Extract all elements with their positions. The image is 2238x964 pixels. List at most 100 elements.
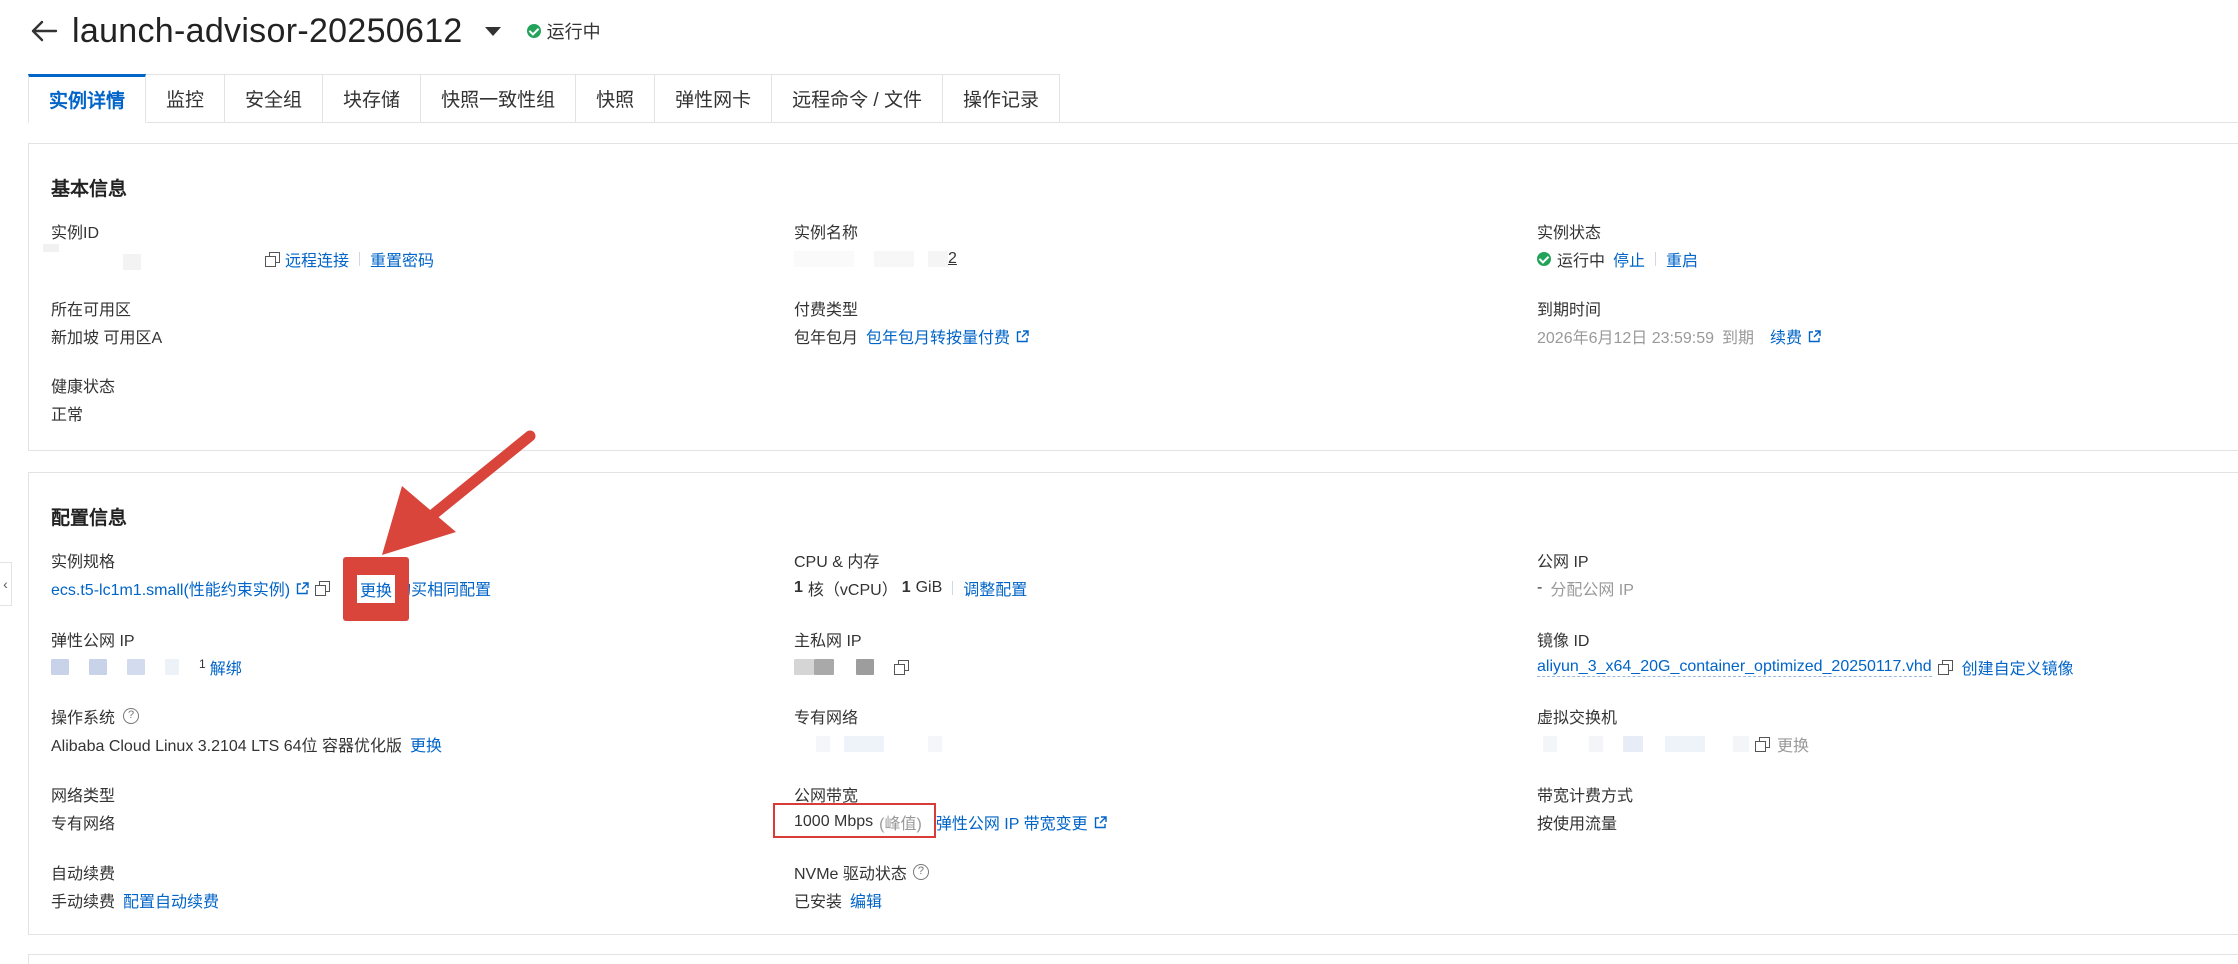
external-link-icon[interactable]	[1094, 815, 1107, 829]
copy-icon[interactable]	[265, 252, 280, 267]
tab-block-storage[interactable]: 块存储	[323, 74, 422, 123]
annotation-arrow-icon	[382, 430, 536, 555]
tab-operation-logs[interactable]: 操作记录	[942, 74, 1060, 123]
public-ip-label: 公网 IP	[1537, 554, 1589, 571]
page-header: launch-advisor-20250612 运行中	[28, 8, 601, 54]
network-type-field: 网络类型 专有网络	[51, 783, 115, 833]
redacted-block	[874, 251, 914, 267]
nvme-field: NVMe 驱动状态 ? 已安装 编辑	[794, 861, 929, 911]
auto-renew-label: 自动续费	[51, 866, 116, 883]
copy-icon[interactable]	[1937, 660, 1953, 675]
divider	[952, 581, 954, 595]
redacted-block	[816, 736, 830, 752]
health-label: 健康状态	[51, 379, 116, 396]
stop-link[interactable]: 停止	[1613, 247, 1645, 271]
redacted-block	[1543, 736, 1557, 752]
redacted-block	[165, 659, 179, 675]
redacted-block	[1665, 736, 1705, 752]
auto-renew-field: 自动续费 手动续费 配置自动续费	[51, 861, 219, 911]
remote-connect-link[interactable]: 远程连接	[285, 247, 349, 271]
sidebar-collapse-chevron-icon[interactable]: ‹	[0, 562, 12, 606]
bandwidth-change-link[interactable]: 弹性公网 IP 带宽变更	[936, 810, 1088, 834]
instance-name-label: 实例名称	[794, 225, 859, 242]
redacted-block	[1623, 736, 1643, 752]
create-custom-image-link[interactable]: 创建自定义镜像	[1962, 655, 2074, 679]
instance-spec-link[interactable]: ecs.t5-lc1m1.small(性能约束实例)	[51, 576, 290, 600]
tab-monitoring[interactable]: 监控	[146, 74, 226, 123]
private-ip-field: 主私网 IP	[794, 628, 914, 678]
tab-bar: 实例详情 监控 安全组 块存储 快照一致性组 快照 弹性网卡 远程命令 / 文件…	[28, 74, 1060, 123]
back-arrow-icon[interactable]	[28, 15, 60, 47]
next-panel-edge	[28, 954, 2238, 964]
image-id-label: 镜像 ID	[1537, 633, 1590, 650]
os-field: 操作系统 ? Alibaba Cloud Linux 3.2104 LTS 64…	[51, 705, 442, 755]
redacted-block	[794, 659, 814, 675]
vswitch-label: 虚拟交换机	[1537, 710, 1618, 727]
basic-info-title: 基本信息	[51, 179, 128, 200]
public-ip-field: 公网 IP - 分配公网 IP	[1537, 549, 1634, 599]
vpc-label: 专有网络	[794, 710, 859, 727]
restart-link[interactable]: 重启	[1666, 247, 1698, 271]
os-value: Alibaba Cloud Linux 3.2104 LTS 64位 容器优化版	[51, 738, 402, 755]
cpu-count: 1	[794, 579, 803, 596]
eip-tail: 1	[199, 657, 206, 671]
instance-status-field: 实例状态 运行中 停止 重启	[1537, 220, 1698, 270]
spec-change-button[interactable]: 更换	[357, 575, 395, 603]
reset-password-link[interactable]: 重置密码	[370, 247, 434, 271]
divider	[359, 252, 361, 266]
tab-elastic-nic[interactable]: 弹性网卡	[655, 74, 773, 123]
nvme-label: NVMe 驱动状态	[794, 866, 907, 883]
image-id-field: 镜像 ID aliyun_3_x64_20G_container_optimiz…	[1537, 628, 2074, 678]
copy-icon[interactable]	[1755, 737, 1770, 752]
instance-id-label: 实例ID	[51, 225, 100, 242]
help-question-icon[interactable]: ?	[912, 864, 929, 880]
unbind-link[interactable]: 解绑	[210, 655, 242, 679]
instance-id-field: 实例ID 远程连接 重置密码	[43, 220, 434, 271]
cpu-unit: 核（vCPU）	[807, 582, 898, 599]
nvme-edit-link[interactable]: 编辑	[850, 888, 882, 912]
billing-switch-link[interactable]: 包年包月转按量付费	[866, 324, 1010, 348]
health-field: 健康状态 正常	[51, 374, 115, 424]
buy-same-config-link[interactable]: 购买相同配置	[395, 576, 491, 600]
bandwidth-billing-label: 带宽计费方式	[1537, 788, 1634, 805]
external-link-icon[interactable]	[1808, 329, 1821, 343]
image-id-link[interactable]: aliyun_3_x64_20G_container_optimized_202…	[1537, 658, 1932, 677]
instance-status-value: 运行中	[1557, 253, 1606, 270]
auto-renew-value: 手动续费	[51, 894, 116, 911]
tab-security-groups[interactable]: 安全组	[225, 74, 324, 123]
running-check-icon	[1537, 252, 1551, 266]
running-check-icon	[526, 24, 541, 38]
tab-snapshots[interactable]: 快照	[576, 74, 656, 123]
cpu-memory-label: CPU & 内存	[794, 554, 880, 571]
tab-snapshot-consistency-groups[interactable]: 快照一致性组	[421, 74, 577, 123]
redacted-block	[928, 251, 948, 267]
config-auto-renew-link[interactable]: 配置自动续费	[123, 888, 219, 912]
external-link-icon[interactable]	[1016, 329, 1029, 343]
os-change-link[interactable]: 更换	[410, 732, 442, 756]
vswitch-field: 虚拟交换机 更换	[1537, 705, 1809, 755]
zone-label: 所在可用区	[51, 302, 132, 319]
status-badge: 运行中	[526, 18, 601, 44]
copy-icon[interactable]	[894, 660, 909, 675]
memory-unit: GiB	[915, 579, 943, 596]
help-question-icon[interactable]: ?	[123, 708, 140, 724]
instance-name-tail[interactable]: 2	[948, 250, 957, 268]
redacted-block	[844, 736, 884, 752]
cpu-memory-field: CPU & 内存 1 核（vCPU） 1 GiB 调整配置	[794, 549, 1027, 599]
copy-icon[interactable]	[315, 581, 331, 596]
adjust-config-link[interactable]: 调整配置	[963, 576, 1027, 600]
redacted-block	[127, 659, 145, 675]
assign-public-ip-link: 分配公网 IP	[1550, 582, 1634, 599]
tab-remote-commands[interactable]: 远程命令 / 文件	[772, 74, 943, 123]
renew-link[interactable]: 续费	[1770, 324, 1802, 348]
redacted-block	[89, 659, 107, 675]
external-link-icon[interactable]	[296, 581, 309, 595]
config-info-panel: 配置信息 实例规格 ecs.t5-lc1m1.small(性能约束实例) 购买相…	[28, 472, 2238, 935]
vswitch-change-link: 更换	[1777, 738, 1810, 755]
tab-instance-details[interactable]: 实例详情	[28, 74, 147, 123]
os-label: 操作系统	[51, 710, 116, 727]
basic-info-panel: 基本信息 实例ID 远程连接 重置密码 实例名称 2 实例状态 运行中 停止 重…	[28, 143, 2238, 451]
redacted-block	[51, 659, 69, 675]
instance-switcher-chevron-icon[interactable]	[484, 26, 501, 36]
private-ip-label: 主私网 IP	[794, 633, 862, 650]
